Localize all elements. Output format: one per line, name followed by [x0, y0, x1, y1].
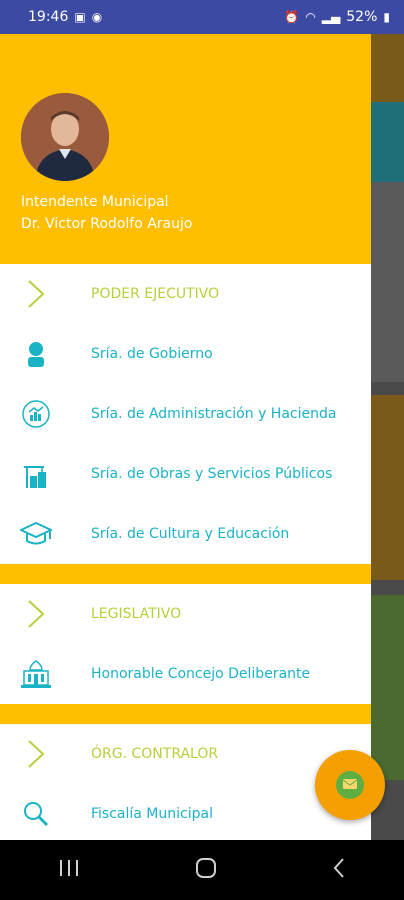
- alarm-icon: ⏰: [284, 10, 300, 24]
- government-building-icon: [20, 658, 52, 690]
- menu-item-label: Honorable Concejo Deliberante: [91, 666, 311, 682]
- background-app-strip: [371, 182, 404, 382]
- magnifier-icon: [20, 798, 52, 830]
- menu-item-administracion-hacienda[interactable]: Sría. de Administración y Hacienda: [0, 384, 371, 444]
- battery-icon: ▮: [383, 10, 390, 24]
- person-icon: [20, 338, 52, 370]
- menu-item-label: Fiscalía Municipal: [91, 806, 213, 822]
- section-label: LEGISLATIVO: [91, 606, 182, 622]
- background-app-strip: [371, 595, 404, 780]
- section-legislativo[interactable]: LEGISLATIVO: [0, 584, 371, 644]
- section-label: PODER EJECUTIVO: [91, 286, 220, 302]
- menu-item-cultura-educacion[interactable]: Sría. de Cultura y Educación: [0, 504, 371, 564]
- menu-item-obras-servicios[interactable]: Sría. de Obras y Servicios Públicos: [0, 444, 371, 504]
- section-poder-ejecutivo[interactable]: PODER EJECUTIVO: [0, 264, 371, 324]
- menu-item-concejo-deliberante[interactable]: Honorable Concejo Deliberante: [0, 644, 371, 704]
- section-divider: [0, 564, 371, 584]
- menu-item-label: Sría. de Gobierno: [91, 346, 213, 362]
- construction-crane-icon: [20, 458, 52, 490]
- menu-item-label: Sría. de Cultura y Educación: [91, 526, 290, 542]
- signal-icon: ▂▄: [321, 10, 341, 24]
- graduation-cap-icon: [20, 518, 52, 550]
- navigation-drawer: Intendente Municipal Dr. Victor Rodolfo …: [0, 34, 371, 840]
- wifi-icon: ◠: [305, 10, 316, 24]
- home-icon[interactable]: [195, 857, 217, 883]
- chevron-right-icon: [20, 738, 52, 770]
- background-app-strip: [371, 395, 404, 580]
- avatar: [21, 93, 109, 181]
- menu-item-label: Sría. de Obras y Servicios Públicos: [91, 466, 333, 482]
- menu-item-gobierno[interactable]: Sría. de Gobierno: [0, 324, 371, 384]
- chevron-right-icon: [20, 278, 52, 310]
- header-title: Intendente Municipal: [21, 194, 169, 210]
- recent-apps-icon[interactable]: [58, 858, 80, 882]
- menu-item-label: Sría. de Administración y Hacienda: [91, 406, 337, 422]
- header-name: Dr. Victor Rodolfo Araujo: [21, 216, 193, 232]
- gallery-icon: ▣: [74, 10, 86, 24]
- contact-fab[interactable]: [315, 750, 385, 820]
- status-bar: 19:46 ▣ ◉ ⏰ ◠ ▂▄ 52% ▮: [0, 0, 404, 34]
- drawer-header: Intendente Municipal Dr. Victor Rodolfo …: [0, 34, 371, 264]
- section-divider: [0, 704, 371, 724]
- message-icon: [336, 771, 364, 799]
- background-app-strip: [371, 102, 404, 182]
- whatsapp-icon: ◉: [91, 10, 103, 24]
- battery-level: 52%: [346, 9, 378, 25]
- background-app-strip: [371, 34, 404, 102]
- finance-chart-icon: [20, 398, 52, 430]
- system-navigation-bar: [0, 840, 404, 900]
- chevron-right-icon: [20, 598, 52, 630]
- section-label: ÓRG. CONTRALOR: [91, 746, 219, 762]
- back-icon[interactable]: [332, 857, 346, 883]
- status-time: 19:46: [28, 9, 69, 25]
